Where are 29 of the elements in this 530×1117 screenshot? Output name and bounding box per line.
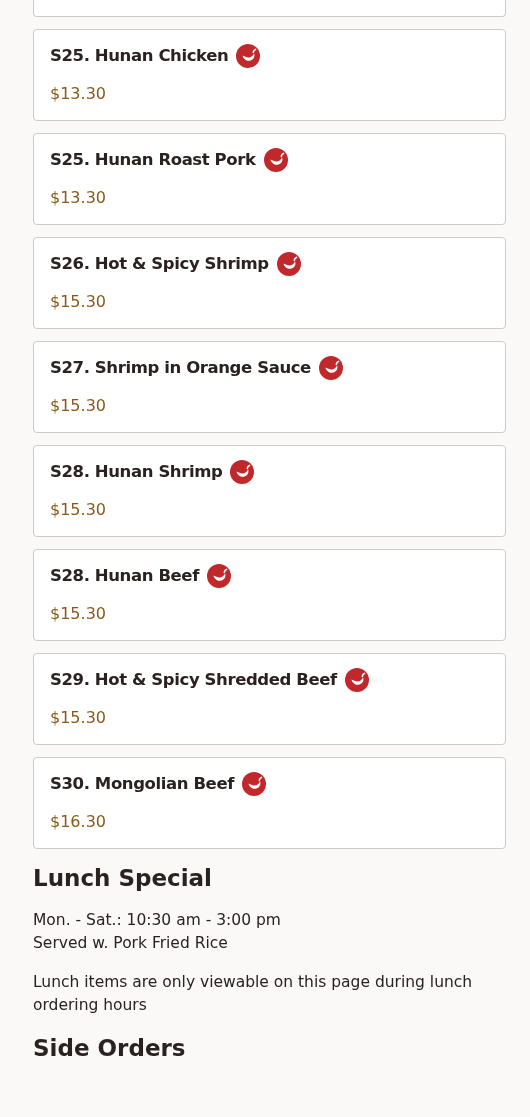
menu-item-card[interactable]: S29. Hot & Spicy Shredded Beef $15.30 [33, 653, 506, 745]
item-name: S28. Hunan Shrimp [50, 461, 223, 483]
item-price: $15.30 [50, 291, 107, 313]
item-name: S25. Hunan Roast Pork [50, 149, 256, 171]
item-name: S26. Hot & Spicy Shrimp [50, 253, 269, 275]
section-heading: Side Orders [33, 1034, 187, 1063]
section-text: Mon. - Sat.: 10:30 am - 3:00 pm [33, 910, 282, 931]
item-name: S27. Shrimp in Orange Sauce [50, 357, 311, 379]
item-price: $15.30 [50, 707, 107, 729]
item-name: S28. Hunan Beef [50, 565, 199, 587]
section-text: Served w. Pork Fried Rice [33, 933, 229, 954]
item-name: S29. Hot & Spicy Shredded Beef [50, 669, 337, 691]
item-name: S30. Mongolian Beef [50, 773, 234, 795]
menu-item-card[interactable]: S27. Shrimp in Orange Sauce $15.30 [33, 341, 506, 433]
menu-item-card[interactable]: S30. Mongolian Beef $16.30 [33, 757, 506, 849]
section-note: Lunch items are only viewable on this page during lunch ordering hours [33, 972, 474, 1016]
section-heading: Lunch Special [33, 864, 213, 893]
menu-item-card[interactable]: S28. Hunan Shrimp $15.30 [33, 445, 506, 537]
item-price: $15.30 [50, 603, 107, 625]
menu-item-card[interactable]: S25. Hunan Roast Pork $13.30 [33, 133, 506, 225]
menu-item-card[interactable]: S28. Hunan Beef $15.30 [33, 549, 506, 641]
item-price: $13.30 [50, 187, 107, 209]
menu-item-card[interactable]: S25. Hunan Chicken $13.30 [33, 29, 506, 121]
item-price: $15.30 [50, 499, 107, 521]
item-price: $15.30 [50, 395, 107, 417]
menu-item-card[interactable]: S26. Hot & Spicy Shrimp $15.30 [33, 237, 506, 329]
item-price: $16.30 [50, 811, 107, 833]
item-name: S25. Hunan Chicken [50, 45, 229, 67]
item-price: $13.30 [50, 83, 107, 105]
